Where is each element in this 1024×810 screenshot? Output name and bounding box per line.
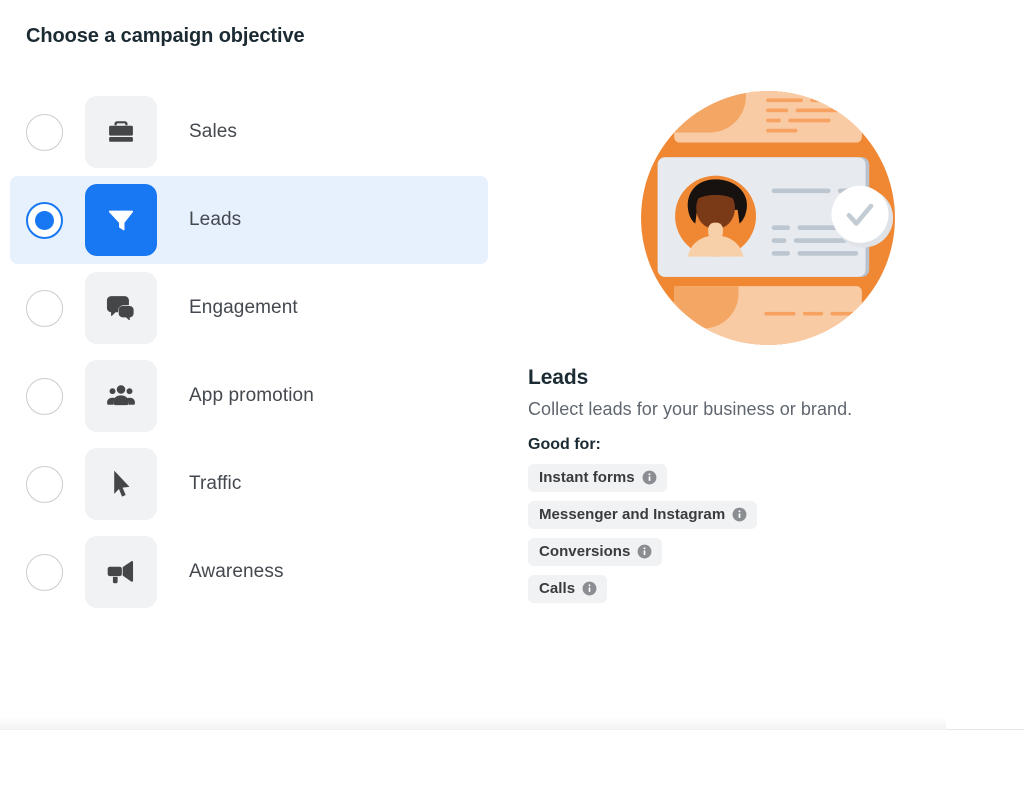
radio-awareness[interactable]	[26, 553, 63, 591]
info-icon[interactable]	[582, 581, 597, 596]
good-for-chip[interactable]: Conversions	[528, 538, 663, 566]
radio-sales[interactable]	[26, 113, 63, 151]
objective-row-app-promotion[interactable]: App promotion	[10, 352, 488, 440]
radio-traffic[interactable]	[26, 465, 63, 503]
illustration-wrap	[528, 80, 998, 356]
objective-row-awareness[interactable]: Awareness	[10, 528, 488, 616]
info-icon[interactable]	[732, 507, 747, 522]
footer-divider-shadow	[0, 716, 946, 730]
leads-profile-card-illustration	[641, 91, 895, 345]
footer-divider-line	[946, 729, 1024, 730]
objective-label: Sales	[189, 121, 238, 142]
objective-row-sales[interactable]: Sales	[10, 88, 488, 176]
objective-detail-pane: Leads Collect leads for your business or…	[528, 80, 998, 612]
briefcase-icon	[85, 96, 157, 168]
objective-label: Traffic	[189, 473, 242, 494]
objective-label: Engagement	[189, 297, 298, 318]
good-for-chip[interactable]: Instant forms	[528, 464, 667, 492]
objective-label: Leads	[189, 209, 242, 230]
detail-description: Collect leads for your business or brand…	[528, 399, 853, 419]
objective-label: App promotion	[189, 385, 314, 406]
page-title: Choose a campaign objective	[26, 25, 305, 47]
radio-app-promotion[interactable]	[26, 377, 63, 415]
good-for-label: Good for:	[528, 436, 601, 453]
people-group-icon	[85, 360, 157, 432]
info-icon[interactable]	[637, 544, 652, 559]
objective-label: Awareness	[189, 561, 284, 582]
cursor-arrow-icon	[85, 448, 157, 520]
good-for-chip[interactable]: Calls	[528, 575, 608, 603]
radio-leads[interactable]	[26, 201, 63, 239]
chip-label: Calls	[539, 580, 576, 597]
chat-bubbles-icon	[85, 272, 157, 344]
objective-list: Sales Leads Engagement App promotion Tra…	[10, 88, 488, 616]
radio-engagement[interactable]	[26, 289, 63, 327]
detail-title: Leads	[528, 366, 589, 389]
good-for-chip[interactable]: Messenger and Instagram	[528, 501, 758, 529]
chip-label: Instant forms	[539, 469, 635, 486]
objective-row-engagement[interactable]: Engagement	[10, 264, 488, 352]
objective-row-traffic[interactable]: Traffic	[10, 440, 488, 528]
dialog-footer: Learn more Cancel Continue	[0, 731, 1024, 810]
chip-label: Messenger and Instagram	[539, 506, 726, 523]
campaign-objective-dialog: Choose a campaign objective Sales Leads …	[0, 0, 1024, 810]
megaphone-icon	[85, 536, 157, 608]
objective-row-leads[interactable]: Leads	[10, 176, 488, 264]
info-icon[interactable]	[642, 470, 657, 485]
chip-label: Conversions	[539, 543, 631, 560]
funnel-icon	[85, 184, 157, 256]
good-for-chip-list: Instant forms Messenger and Instagram Co…	[528, 464, 998, 612]
